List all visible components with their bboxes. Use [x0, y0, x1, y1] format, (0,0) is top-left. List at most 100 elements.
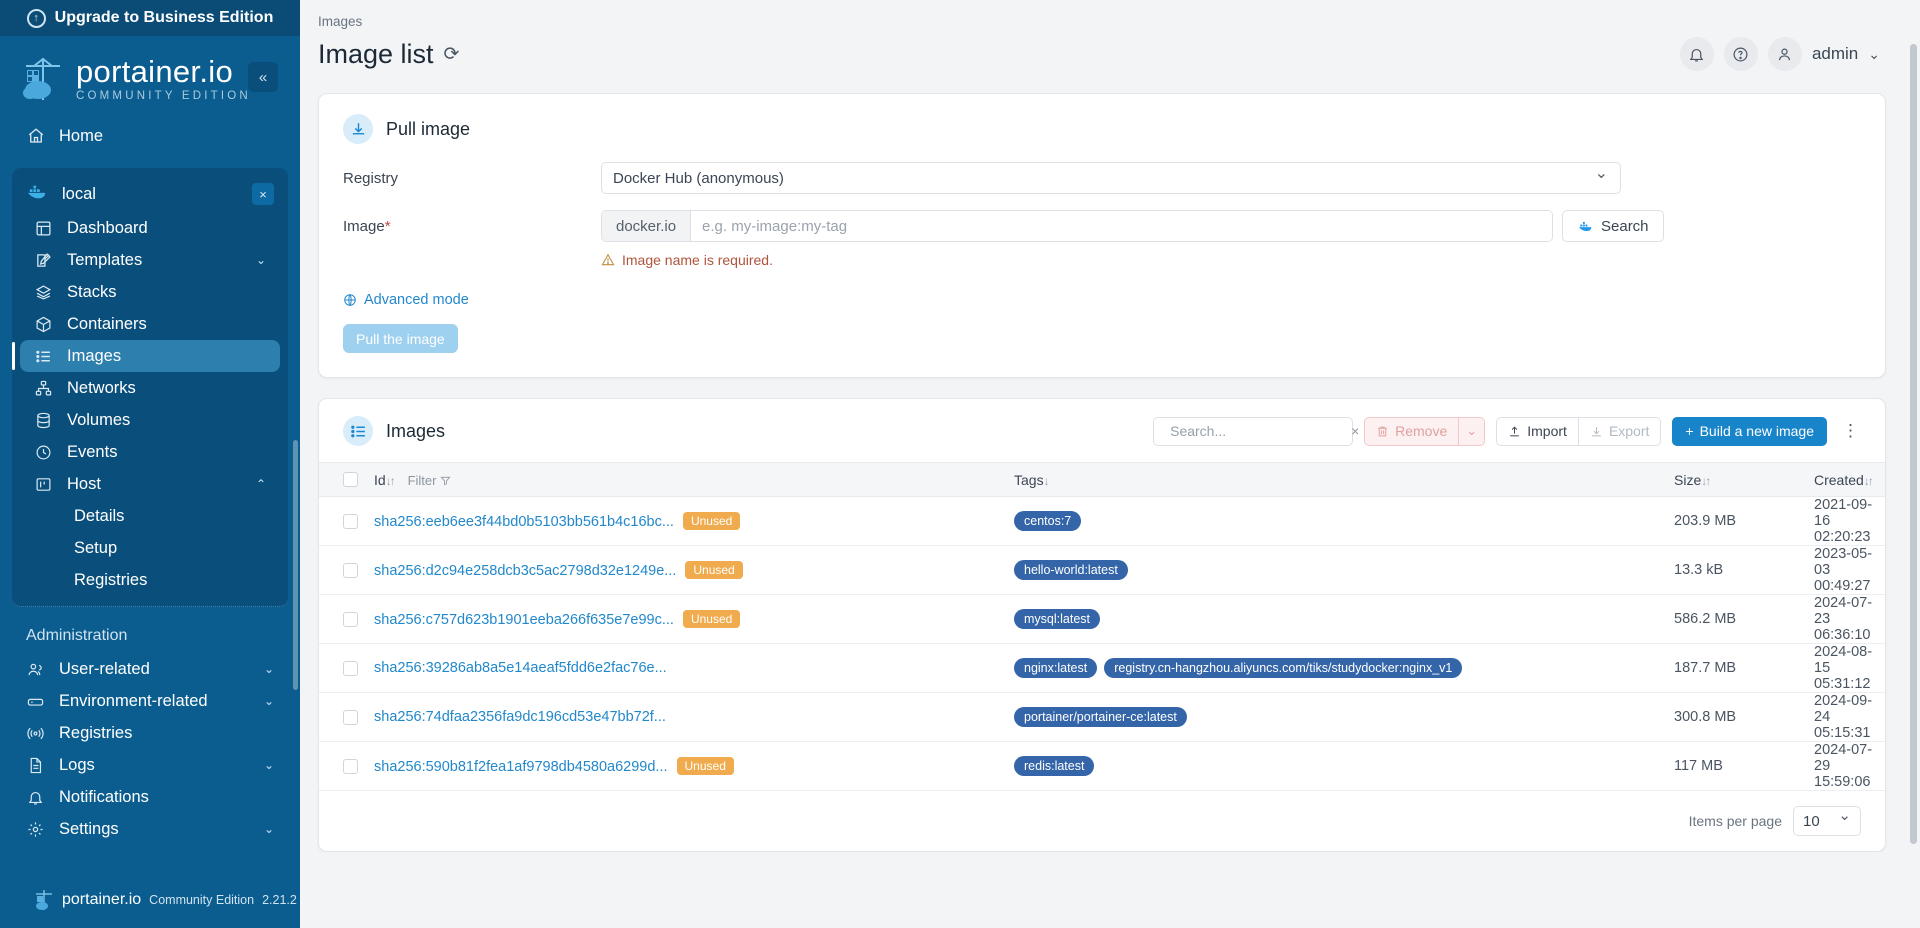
id-column-header[interactable]: Id↓↑ Filter	[366, 462, 1006, 497]
chevron-down-icon[interactable]: ⌄	[1868, 46, 1880, 63]
image-id-link[interactable]: sha256:eeb6ee3f44bd0b5103bb561b4c16bc...	[374, 514, 674, 530]
row-checkbox[interactable]	[343, 660, 358, 676]
pull-image-panel: Pull image Registry Docker Hub (anonymou…	[318, 93, 1886, 378]
remove-dropdown-caret[interactable]: ⌄	[1459, 416, 1486, 446]
sidebar-item-templates[interactable]: Templates ⌄	[20, 244, 280, 276]
sidebar-item-dashboard[interactable]: Dashboard	[20, 212, 280, 244]
sidebar-footer: portainer.io Community Edition 2.21.2	[0, 872, 300, 928]
main-scrollbar[interactable]	[1910, 44, 1917, 844]
sidebar-item-label: Templates	[67, 250, 143, 269]
notifications-bell-button[interactable]	[1679, 37, 1714, 71]
image-id-cell: sha256:eeb6ee3f44bd0b5103bb561b4c16bc...…	[366, 496, 1006, 546]
pull-the-image-button[interactable]: Pull the image	[343, 324, 458, 353]
table-row[interactable]: sha256:c757d623b1901eeba266f635e7e99c...…	[319, 594, 1885, 644]
select-all-checkbox[interactable]	[343, 472, 358, 487]
export-button-label: Export	[1608, 423, 1650, 439]
environment-header[interactable]: local ×	[12, 176, 288, 212]
chevron-down-icon[interactable]: ⌄	[264, 694, 274, 708]
sidebar-item-stacks[interactable]: Stacks	[20, 276, 280, 308]
table-row[interactable]: sha256:eeb6ee3f44bd0b5103bb561b4c16bc...…	[319, 496, 1885, 546]
import-button[interactable]: Import	[1496, 416, 1579, 446]
sidebar-item-events[interactable]: Events	[20, 436, 280, 468]
sidebar-item-settings[interactable]: Settings ⌄	[12, 813, 288, 845]
sidebar-item-containers[interactable]: Containers	[20, 308, 280, 340]
created-column-header[interactable]: Created↓↑	[1806, 462, 1885, 497]
brand-logo[interactable]: portainer.io COMMUNITY EDITION «	[0, 36, 300, 110]
sidebar-subitem-details[interactable]: Details	[20, 500, 280, 532]
image-id-link[interactable]: sha256:74dfaa2356fa9dc196cd53e47bb72f...	[374, 709, 666, 725]
image-id-link[interactable]: sha256:c757d623b1901eeba266f635e7e99c...	[374, 612, 674, 628]
sidebar-subitem-registries[interactable]: Registries	[20, 564, 280, 596]
row-checkbox[interactable]	[343, 758, 358, 774]
table-row[interactable]: sha256:590b81f2fea1af9798db4580a6299d...…	[319, 741, 1885, 791]
image-id-link[interactable]: sha256:d2c94e258dcb3c5ac2798d32e1249e...	[374, 563, 676, 579]
user-avatar[interactable]	[1767, 37, 1802, 71]
export-button[interactable]: Export	[1578, 416, 1662, 446]
image-tag[interactable]: portainer/portainer-ce:latest	[1014, 707, 1187, 727]
close-environment-icon[interactable]: ×	[252, 183, 274, 205]
chevron-down-icon[interactable]: ⌄	[264, 758, 274, 772]
help-button[interactable]	[1723, 37, 1758, 71]
image-id-cell: sha256:39286ab8a5e14aeaf5fdd6e2fac76e...	[366, 643, 1006, 693]
filter-icon[interactable]	[440, 475, 451, 486]
chevron-down-icon[interactable]: ⌄	[264, 662, 274, 676]
sidebar-item-registries[interactable]: Registries	[12, 717, 288, 749]
advanced-mode-toggle[interactable]: Advanced mode	[343, 292, 1885, 308]
table-row[interactable]: sha256:74dfaa2356fa9dc196cd53e47bb72f...…	[319, 692, 1885, 742]
row-checkbox[interactable]	[343, 709, 358, 725]
image-tag[interactable]: hello-world:latest	[1014, 560, 1128, 580]
sidebar-subitem-setup[interactable]: Setup	[20, 532, 280, 564]
more-options-icon[interactable]: ⋮	[1838, 421, 1863, 441]
topbar-actions: admin ⌄	[1679, 37, 1886, 71]
sidebar-item-host[interactable]: Host ⌃	[20, 468, 280, 500]
image-tag[interactable]: registry.cn-hangzhou.aliyuncs.com/tiks/s…	[1104, 658, 1463, 678]
tags-column-header[interactable]: Tags↓	[1006, 462, 1666, 497]
sidebar-item-images[interactable]: Images	[12, 340, 280, 372]
sidebar-scrollbar[interactable]	[293, 440, 298, 690]
sidebar-item-home[interactable]: Home	[12, 120, 288, 152]
image-tag[interactable]: centos:7	[1014, 511, 1082, 531]
build-new-image-button[interactable]: + Build a new image	[1672, 416, 1827, 446]
images-search-input[interactable]	[1170, 423, 1352, 439]
image-id-link[interactable]: sha256:39286ab8a5e14aeaf5fdd6e2fac76e...	[374, 660, 667, 676]
chevron-up-icon[interactable]: ⌃	[256, 477, 266, 491]
row-select-cell	[319, 692, 366, 742]
footer-version: 2.21.2	[262, 893, 297, 907]
breadcrumb[interactable]: Images	[318, 14, 1886, 29]
volumes-icon	[34, 411, 53, 430]
size-column-header[interactable]: Size↓↑	[1666, 462, 1806, 497]
clear-search-icon[interactable]: ×	[1351, 423, 1359, 439]
image-tag[interactable]: nginx:latest	[1014, 658, 1098, 678]
sidebar-item-networks[interactable]: Networks	[20, 372, 280, 404]
image-tag[interactable]: redis:latest	[1014, 756, 1095, 776]
image-id-link[interactable]: sha256:590b81f2fea1af9798db4580a6299d...	[374, 759, 668, 775]
build-button-label: Build a new image	[1699, 423, 1814, 439]
row-checkbox[interactable]	[343, 562, 358, 578]
row-select-cell	[319, 496, 366, 546]
sidebar-item-environment-related[interactable]: Environment-related ⌄	[12, 685, 288, 717]
sidebar-item-notifications[interactable]: Notifications	[12, 781, 288, 813]
status-badge: Unused	[682, 610, 741, 628]
table-row[interactable]: sha256:d2c94e258dcb3c5ac2798d32e1249e...…	[319, 545, 1885, 595]
remove-button[interactable]: Remove	[1364, 416, 1460, 446]
chevron-down-icon[interactable]: ⌄	[264, 822, 274, 836]
table-row[interactable]: sha256:39286ab8a5e14aeaf5fdd6e2fac76e...…	[319, 643, 1885, 693]
row-checkbox[interactable]	[343, 513, 358, 529]
image-tag[interactable]: mysql:latest	[1014, 609, 1100, 629]
upgrade-banner[interactable]: ↑ Upgrade to Business Edition	[0, 0, 300, 36]
sidebar-item-label: Networks	[67, 378, 136, 397]
registry-select[interactable]: Docker Hub (anonymous)	[601, 162, 1621, 194]
containers-icon	[34, 315, 53, 334]
items-per-page-select[interactable]: 10	[1793, 806, 1861, 836]
filter-label[interactable]: Filter	[408, 473, 437, 488]
image-name-input[interactable]	[691, 211, 1552, 241]
images-panel-title: Images	[386, 420, 446, 441]
chevron-down-icon[interactable]: ⌄	[256, 253, 266, 267]
sidebar-item-user-related[interactable]: User-related ⌄	[12, 653, 288, 685]
sidebar-item-volumes[interactable]: Volumes	[20, 404, 280, 436]
sidebar-item-logs[interactable]: Logs ⌄	[12, 749, 288, 781]
collapse-sidebar-button[interactable]: «	[248, 62, 278, 92]
search-image-button[interactable]: Search	[1562, 210, 1664, 242]
refresh-icon[interactable]: ⟳	[444, 43, 460, 66]
row-checkbox[interactable]	[343, 611, 358, 627]
